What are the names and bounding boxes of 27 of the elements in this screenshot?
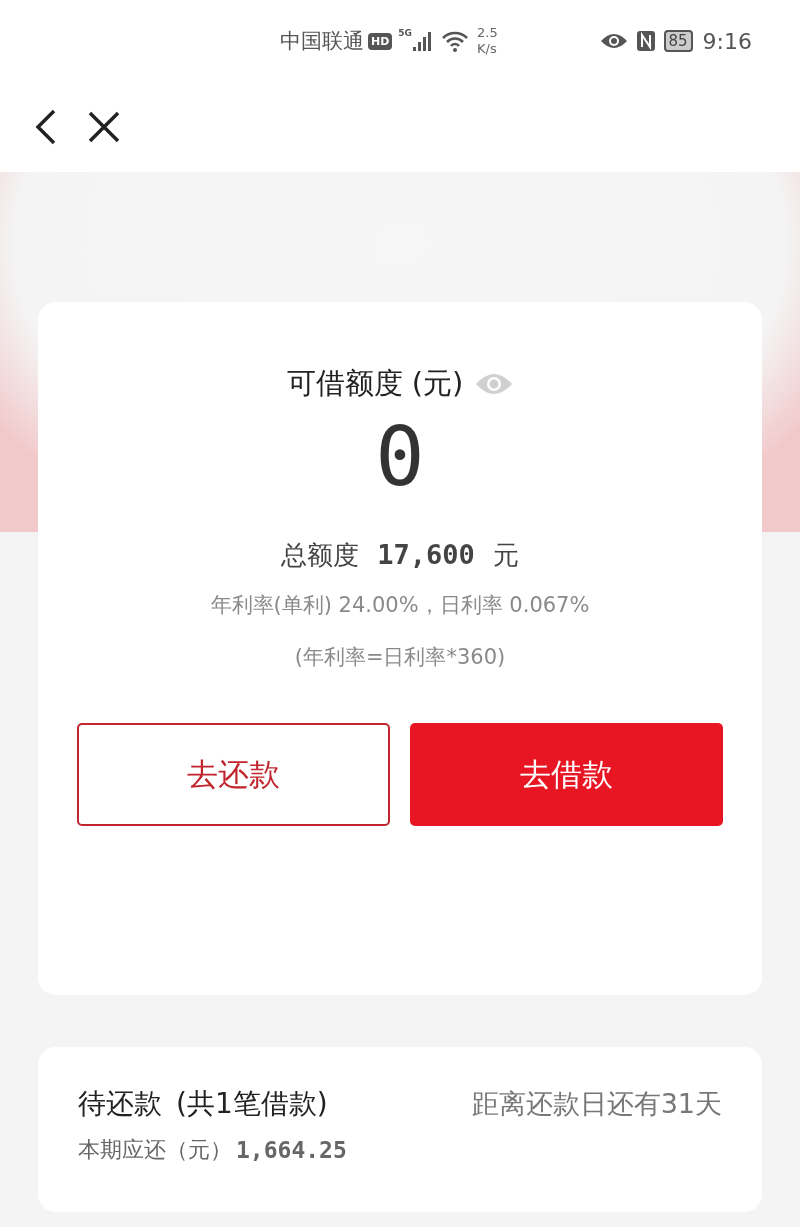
carrier-name: 中国联通 [280,28,364,55]
available-amount: 0 [375,416,425,498]
available-credit-label: 可借额度 (元) [286,365,464,402]
speed-unit: K/s [477,41,498,57]
due-amount-value: 1,664.25 [236,1137,347,1163]
nfc-icon [635,30,656,52]
due-amount-label: 本期应还（元） [78,1136,232,1164]
repay-button[interactable]: 去还款 [77,723,390,826]
currency-unit: 元 [492,539,519,572]
interest-rate-text: 年利率(单利) 24.00%，日利率 0.067% [210,592,590,619]
total-credit-label: 总额度 [281,539,360,572]
hd-badge: HD [368,32,393,50]
loan-count: (共1笔借款) [176,1086,328,1122]
battery-indicator: 85 [663,30,693,52]
pending-repayment-title: 待还款 [78,1086,162,1122]
wifi-icon [441,30,469,52]
close-icon[interactable] [88,111,120,143]
clock: 9:16 [702,28,752,54]
network-speed: 2.5 [477,25,498,41]
back-icon[interactable] [34,109,58,145]
total-credit-value: 17,600 [377,539,475,570]
network-type: 5G [398,28,412,38]
rate-formula-text: (年利率=日利率*360) [294,644,506,671]
borrow-button[interactable]: 去借款 [410,723,723,826]
days-until-due: 距离还款日还有31天 [471,1087,722,1121]
eye-icon [599,32,628,50]
signal-icon [413,31,433,51]
